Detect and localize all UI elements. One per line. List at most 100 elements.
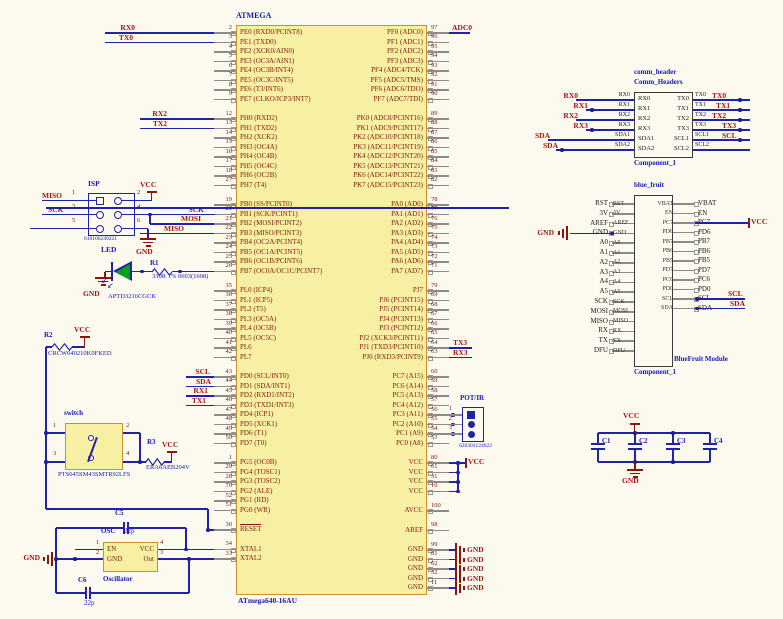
chip-pin-label: VCC	[250, 488, 423, 495]
pin-number: 76	[431, 216, 438, 223]
chip-title: ATMEGA	[236, 12, 271, 20]
wire	[158, 549, 214, 551]
pin-number: 85	[431, 149, 438, 156]
net-label: SDA	[518, 142, 558, 150]
pin-number: 89	[431, 111, 438, 118]
wire	[598, 432, 710, 434]
pin-number: 65	[431, 330, 438, 337]
osc-pin1: 1	[96, 540, 99, 547]
chip-pin-label: PA1 (AD1)	[250, 211, 423, 218]
isp-title: ISP	[88, 180, 100, 188]
pin-number: 32	[431, 570, 438, 577]
comm-pad-name: SCL1	[695, 132, 709, 138]
isp-pad	[114, 211, 122, 219]
comm-pad-name: RX0	[600, 92, 630, 98]
wire	[598, 461, 710, 463]
pin-number: 47	[196, 407, 232, 414]
resistor-zigzag-icon	[152, 268, 172, 276]
chip-pin-label: PK2 (ADC10/PCINT18)	[250, 134, 423, 141]
gnd-symbol-icon	[630, 473, 640, 475]
pin-lead	[673, 232, 695, 234]
pin-number: 4	[196, 44, 232, 51]
gnd-net-label: GND	[467, 575, 484, 583]
led-part: APTD3216CGCK	[108, 294, 156, 301]
junction-dot	[560, 148, 564, 152]
pin-number: 83	[431, 168, 438, 175]
wire	[709, 450, 711, 462]
chip-pin-label: PF0 (ADC0)	[250, 29, 423, 36]
wire	[89, 587, 91, 599]
pin-number: 37	[196, 302, 232, 309]
pin-number: 64	[431, 340, 438, 347]
wire	[207, 509, 209, 530]
gnd-symbol-icon	[455, 581, 457, 595]
chip-pin-label: PK5 (ADC13/PCINT21)	[250, 163, 423, 170]
pin-number: 2	[196, 25, 232, 32]
comm-pad-name: RX1	[600, 102, 630, 108]
bluefruit-pad-name: 3V	[613, 210, 620, 216]
cap-plate	[703, 443, 717, 445]
junction-dot	[695, 297, 699, 301]
pin-number: 72	[431, 254, 438, 261]
wire	[449, 32, 470, 34]
pin-number: 31	[431, 474, 438, 481]
switch-pin1: 1	[53, 423, 56, 430]
bluefruit-pad-name: A4	[613, 279, 620, 285]
junction-dot	[671, 431, 675, 435]
pin-clamp-icon	[231, 509, 236, 514]
chip-pin-label: PF7 (ADC7/TDI)	[250, 96, 423, 103]
wire	[458, 462, 465, 464]
osc-gnd-label: GND	[14, 554, 40, 562]
gnd-symbol-icon	[146, 245, 151, 247]
chip-pin-label: PA5 (AD5)	[250, 249, 423, 256]
cap-plate	[666, 443, 680, 445]
comm-subtitle: Comm_Headers	[634, 79, 683, 86]
gnd-symbol-icon	[459, 584, 461, 593]
osc-port-out: Out	[134, 556, 154, 563]
junction-dot	[73, 557, 77, 561]
bluefruit-pad-name: A5	[613, 289, 620, 295]
wire	[695, 298, 745, 300]
isp-pin2: 2	[137, 190, 140, 197]
pin-clamp-icon	[428, 270, 433, 275]
chip-pin-label: PA4 (AD4)	[250, 239, 423, 246]
pin-number: 26	[196, 263, 232, 270]
pin-number: 61	[431, 464, 438, 471]
resistor-zigzag-icon	[146, 458, 164, 466]
gnd-net-label: GND	[467, 546, 484, 554]
chip-pin-label: GND	[250, 584, 423, 591]
cap-plate	[591, 443, 605, 445]
pin-number: 14	[196, 130, 232, 137]
bluefruit-pad-name: PB7	[648, 239, 673, 245]
wire	[693, 149, 750, 151]
gnd-symbol-icon	[627, 469, 643, 471]
bluefruit-pad-name: PD6	[648, 229, 673, 235]
pin-clamp-icon	[428, 509, 433, 514]
pin-number: 52	[196, 493, 232, 500]
wire	[45, 347, 47, 509]
pin-number: 86	[431, 139, 438, 146]
junction-dot	[738, 98, 742, 102]
gnd-symbol-icon	[463, 548, 465, 552]
chip-pin-label: VCC	[250, 459, 423, 466]
bluefruit-module-label: BlueFruit Module	[674, 356, 728, 363]
bluefruit-pad-name: AREF	[613, 220, 628, 226]
isp-part: 610106249221	[84, 237, 117, 243]
r3-vcc-label: VCC	[162, 441, 178, 449]
pin-number: 100	[431, 503, 441, 510]
pin-number: 7	[196, 72, 232, 79]
pin-clamp-icon	[231, 184, 236, 189]
pin-number: 62	[431, 561, 438, 568]
net-label: RX3	[548, 122, 588, 130]
wire	[122, 200, 152, 202]
pin-number: 81	[431, 551, 438, 558]
pin-number: 28	[196, 474, 232, 481]
chip-pin-label: PA2 (AD2)	[250, 220, 423, 227]
wire	[634, 462, 636, 469]
chip-pin-label: AREF	[250, 527, 423, 534]
junction-dot	[738, 118, 742, 122]
chip-pin-label: PG1 (RD)	[240, 497, 269, 504]
wire	[570, 233, 612, 235]
gnd-symbol-icon	[562, 229, 564, 238]
chip-pin-label: PF2 (ADC2)	[250, 48, 423, 55]
